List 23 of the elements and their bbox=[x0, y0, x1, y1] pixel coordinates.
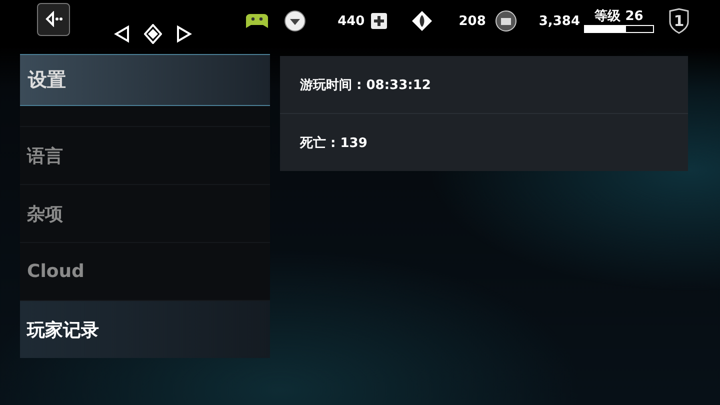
gem-icon bbox=[284, 10, 306, 32]
level-bar bbox=[584, 24, 654, 32]
level-label: 等级 26 bbox=[594, 10, 644, 24]
menu-item[interactable]: 杂项 bbox=[20, 184, 270, 242]
menu-item[interactable]: 玩家记录 bbox=[20, 300, 270, 358]
menu-item[interactable]: Cloud bbox=[20, 242, 270, 300]
stat-text: 游玩时间 : 08:33:12 bbox=[300, 76, 431, 94]
currency-amount: 440 bbox=[338, 14, 365, 28]
currency-amount: 3,384 bbox=[538, 14, 580, 28]
stat-text: 死亡 : 139 bbox=[300, 134, 368, 152]
plus-icon bbox=[370, 13, 387, 29]
next-button[interactable] bbox=[176, 25, 192, 43]
back-button[interactable] bbox=[37, 2, 70, 36]
menu-item[interactable]: 语言 bbox=[20, 126, 270, 184]
leaf-diamond-icon bbox=[410, 10, 433, 32]
menu-title: 设置 bbox=[20, 54, 270, 106]
diamond-button[interactable] bbox=[144, 24, 162, 44]
currency-amount: 208 bbox=[458, 14, 486, 28]
shield-icon bbox=[668, 8, 690, 34]
gamepad-icon bbox=[246, 13, 268, 29]
rank-number: 1 bbox=[674, 12, 684, 30]
previous-button[interactable] bbox=[114, 25, 130, 43]
back-icon bbox=[44, 11, 64, 27]
